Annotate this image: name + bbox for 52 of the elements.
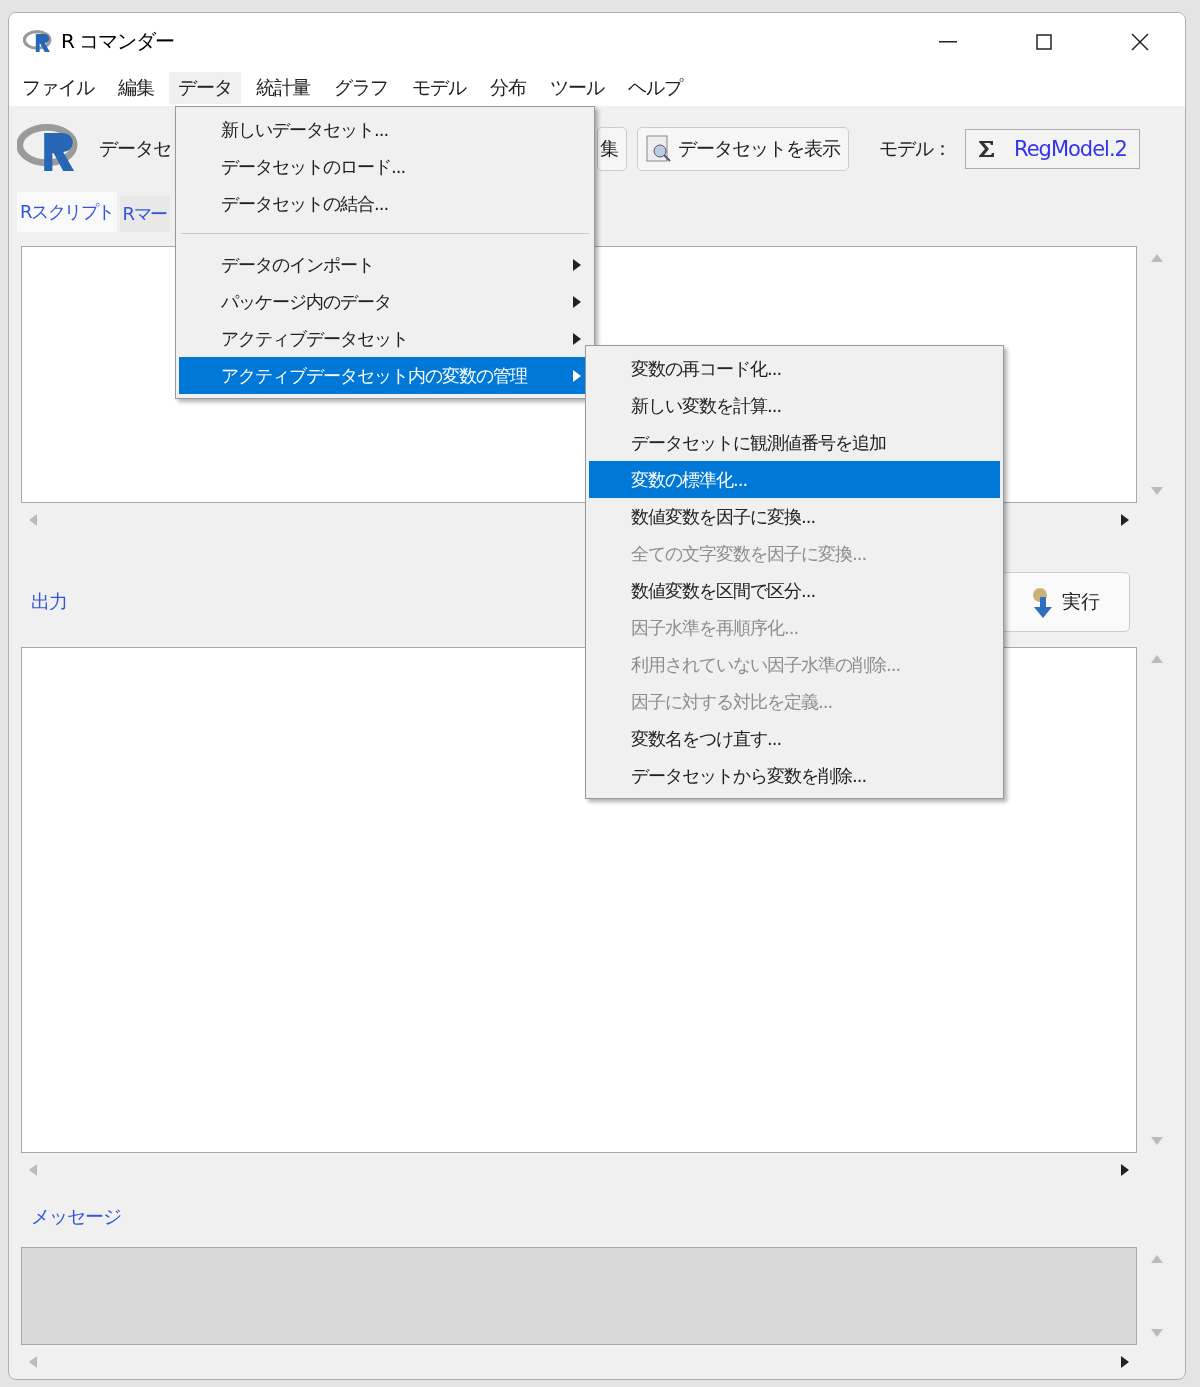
- menu-entry[interactable]: パッケージ内のデータ: [179, 283, 591, 320]
- output-label: 出力: [31, 588, 67, 614]
- menu-item[interactable]: 分布: [481, 71, 535, 104]
- window-title: R コマンダー: [61, 28, 176, 55]
- menu-item[interactable]: モデル: [403, 71, 475, 104]
- submenu-arrow-icon: [573, 295, 581, 308]
- submenu-arrow-icon: [573, 258, 581, 271]
- tab[interactable]: Rスクリプト: [17, 191, 117, 232]
- menu-entry[interactable]: 数値変数を区間で区分...: [589, 572, 1000, 609]
- menu-entry[interactable]: データセットの結合...: [179, 185, 591, 222]
- model-name: RegModel.2: [1014, 136, 1127, 161]
- scroll-up-icon[interactable]: [1151, 1255, 1163, 1264]
- scroll-up-icon[interactable]: [1151, 253, 1163, 262]
- close-icon: [1131, 32, 1149, 51]
- menu-item[interactable]: データ: [169, 71, 241, 104]
- menu-entry[interactable]: 新しい変数を計算...: [589, 387, 1000, 424]
- tab[interactable]: Rマー: [119, 195, 170, 232]
- scroll-left-icon[interactable]: [29, 1356, 37, 1368]
- menu-item[interactable]: ヘルプ: [619, 71, 691, 104]
- menu-item[interactable]: 編集: [109, 71, 163, 104]
- menu-item[interactable]: グラフ: [325, 71, 397, 104]
- maximize-icon: [1036, 33, 1052, 50]
- model-field[interactable]: RegModel.2: [965, 128, 1140, 169]
- menu-entry[interactable]: データセットのロード...: [179, 148, 591, 185]
- model-label: モデル：: [879, 135, 951, 161]
- scroll-down-icon[interactable]: [1151, 1137, 1163, 1146]
- scroll-up-icon[interactable]: [1151, 654, 1163, 663]
- menu-entry[interactable]: データセットから変数を削除...: [589, 757, 1000, 794]
- menu-entry[interactable]: データセットに観測値番号を追加: [589, 424, 1000, 461]
- scroll-right-icon[interactable]: [1121, 1356, 1129, 1368]
- scroll-left-icon[interactable]: [29, 1164, 37, 1177]
- menu-entry[interactable]: 変数の再コード化...: [589, 350, 1000, 387]
- sigma-icon: [978, 139, 994, 158]
- menu-entry[interactable]: 変数名をつけ直す...: [589, 720, 1000, 757]
- menu-item[interactable]: ツール: [541, 71, 613, 104]
- scroll-right-icon[interactable]: [1121, 1164, 1129, 1177]
- scroll-right-icon[interactable]: [1121, 513, 1129, 526]
- dataset-label: データセ: [99, 135, 172, 161]
- minimize-icon: [939, 40, 957, 43]
- scroll-left-icon[interactable]: [29, 513, 37, 526]
- menu-entry[interactable]: 数値変数を因子に変換...: [589, 498, 1000, 535]
- menu-item[interactable]: ファイル: [13, 71, 103, 104]
- view-dataset-button[interactable]: データセットを表示: [637, 126, 849, 171]
- scroll-down-icon[interactable]: [1151, 486, 1163, 495]
- menu-entry[interactable]: 新しいデータセット...: [179, 111, 591, 148]
- menu-entry[interactable]: 変数の標準化...: [589, 461, 1000, 498]
- scroll-down-icon[interactable]: [1151, 1329, 1163, 1337]
- menu-item[interactable]: 統計量: [247, 71, 319, 104]
- messages-label: メッセージ: [31, 1204, 121, 1230]
- magnifier-document-icon: [646, 134, 672, 163]
- edit-dataset-button[interactable]: 集: [597, 126, 627, 171]
- menu-entry[interactable]: データのインポート: [179, 246, 591, 283]
